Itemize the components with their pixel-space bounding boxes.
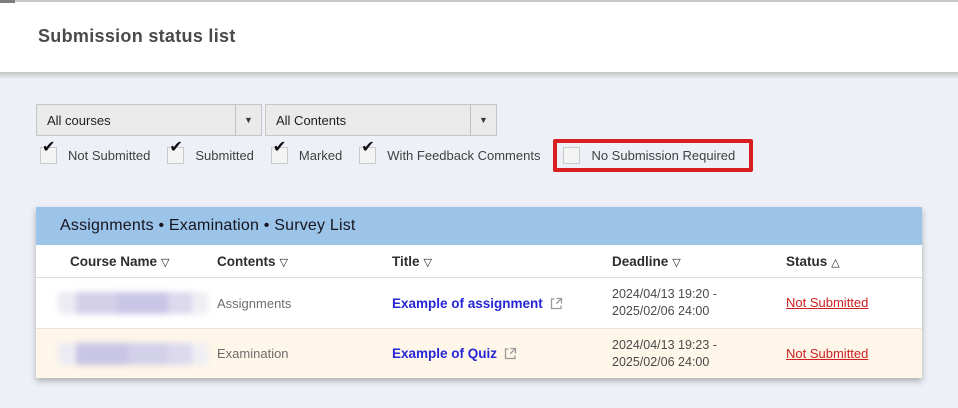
status-link[interactable]: Not Submitted	[786, 346, 868, 361]
column-header-contents[interactable]: Contents▽	[217, 254, 392, 269]
title-cell: Example of assignment	[392, 296, 612, 311]
status-link[interactable]: Not Submitted	[786, 295, 868, 310]
chevron-down-icon[interactable]: ▼	[470, 105, 496, 135]
external-link-icon[interactable]	[504, 347, 517, 360]
column-header-title[interactable]: Title▽	[392, 254, 612, 269]
column-header-status[interactable]: Status△	[786, 254, 922, 269]
chevron-down-icon[interactable]: ▼	[235, 105, 261, 135]
contents-filter-value: All Contents	[266, 113, 470, 128]
red-highlight-box: ✔ No Submission Required	[553, 139, 753, 172]
table-row: Examination Example of Quiz 2024/04/13 1…	[36, 328, 922, 378]
sort-down-icon[interactable]: ▽	[280, 257, 288, 269]
external-link-icon[interactable]	[550, 297, 563, 310]
deadline-cell: 2024/04/13 19:23 - 2025/02/06 24:00	[612, 337, 786, 371]
assignment-link[interactable]: Example of assignment	[392, 296, 543, 311]
checkmark-icon: ✔	[361, 140, 374, 156]
status-filter-row: ✔ Not Submitted ✔ Submitted ✔ Marked ✔ W…	[36, 138, 922, 172]
column-header-deadline[interactable]: Deadline▽	[612, 254, 786, 269]
contents-cell: Assignments	[217, 296, 392, 311]
table-title-bar: Assignments • Examination • Survey List	[36, 207, 922, 245]
checkbox[interactable]: ✔	[271, 147, 288, 164]
checkmark-icon: ✔	[273, 140, 286, 156]
checkbox[interactable]: ✔	[359, 147, 376, 164]
filter-not-submitted[interactable]: ✔ Not Submitted	[36, 147, 150, 164]
filter-marked[interactable]: ✔ Marked	[267, 147, 342, 164]
column-header-course-name[interactable]: Course Name▽	[36, 254, 217, 269]
page-title: Submission status list	[38, 26, 958, 47]
checkbox-label[interactable]: No Submission Required	[591, 148, 735, 163]
checkbox[interactable]: ✔	[40, 147, 57, 164]
top-border-notch	[0, 0, 15, 3]
filter-submitted[interactable]: ✔ Submitted	[163, 147, 254, 164]
checkbox-label[interactable]: Submitted	[195, 148, 254, 163]
title-cell: Example of Quiz	[392, 346, 612, 361]
table-title: Assignments • Examination • Survey List	[60, 217, 356, 235]
filter-no-submission-required[interactable]: ✔ No Submission Required	[559, 147, 735, 164]
checkbox-label[interactable]: With Feedback Comments	[387, 148, 540, 163]
quiz-link[interactable]: Example of Quiz	[392, 346, 497, 361]
checkbox[interactable]: ✔	[563, 147, 580, 164]
page-header: Submission status list	[0, 2, 958, 72]
top-border	[0, 0, 958, 2]
checkmark-icon: ✔	[42, 140, 55, 156]
checkbox-label[interactable]: Not Submitted	[68, 148, 150, 163]
deadline-cell: 2024/04/13 19:20 - 2025/02/06 24:00	[612, 286, 786, 320]
table-header-row: Course Name▽ Contents▽ Title▽ Deadline▽ …	[36, 245, 922, 278]
sort-down-icon[interactable]: ▽	[424, 257, 432, 269]
checkmark-icon: ✔	[169, 140, 182, 156]
contents-cell: Examination	[217, 346, 392, 361]
course-filter-value: All courses	[37, 113, 235, 128]
filter-with-feedback-comments[interactable]: ✔ With Feedback Comments	[355, 147, 540, 164]
filter-section: All courses ▼ All Contents ▼ ✔ Not Submi…	[36, 104, 922, 172]
dropdown-row: All courses ▼ All Contents ▼	[36, 104, 922, 136]
contents-filter-dropdown[interactable]: All Contents ▼	[265, 104, 497, 136]
sort-down-icon[interactable]: ▽	[672, 257, 680, 269]
checkbox[interactable]: ✔	[167, 147, 184, 164]
status-cell: Not Submitted	[786, 345, 922, 363]
header-divider-shadow	[0, 72, 958, 79]
table-row: Assignments Example of assignment 2024/0…	[36, 278, 922, 328]
submission-table: Assignments • Examination • Survey List …	[36, 207, 922, 378]
status-cell: Not Submitted	[786, 294, 922, 312]
course-filter-dropdown[interactable]: All courses ▼	[36, 104, 262, 136]
sort-down-icon[interactable]: ▽	[161, 257, 169, 269]
redacted-course-name	[58, 292, 208, 314]
sort-up-icon[interactable]: △	[831, 257, 839, 269]
course-name-cell	[36, 343, 217, 365]
course-name-cell	[36, 292, 217, 314]
redacted-course-name	[58, 343, 208, 365]
checkbox-label[interactable]: Marked	[299, 148, 342, 163]
